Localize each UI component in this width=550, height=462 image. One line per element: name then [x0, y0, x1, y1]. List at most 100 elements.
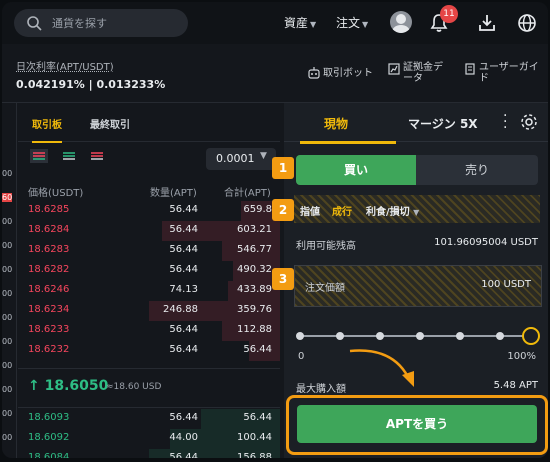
- buy-toggle-button[interactable]: 買い: [296, 155, 416, 185]
- order-book: 取引板 最終取引 0.0001 ▼ 価格(USDT) 数量(APT) 合計(AP…: [18, 103, 280, 458]
- tab-margin[interactable]: マージン 5X: [408, 115, 478, 132]
- price-cell: 18.6246: [28, 284, 70, 295]
- total-cell: 56.44: [243, 412, 272, 423]
- sell-toggle-button[interactable]: 売り: [416, 155, 538, 185]
- search-placeholder: 通貨を探す: [52, 17, 107, 30]
- view-asks-icon[interactable]: [88, 149, 106, 163]
- table-row[interactable]: 18.6234 246.88 359.76: [18, 301, 280, 321]
- tab-order-book[interactable]: 取引板: [32, 116, 62, 143]
- amount-cell: 44.00: [169, 432, 198, 443]
- total-header: 合計(APT): [224, 188, 271, 199]
- step-badge-2: 2: [272, 199, 294, 221]
- slider-step[interactable]: [376, 332, 384, 340]
- slider-step[interactable]: [496, 332, 504, 340]
- axis-tick-label: 00: [2, 361, 13, 370]
- axis-tick-label: 00: [2, 265, 13, 274]
- daily-rate-label[interactable]: 日次利率(APT/USDT): [16, 58, 114, 73]
- chevron-down-icon: ▼: [413, 208, 420, 217]
- app-frame: 通貨を探す 資産 ▼ 注文 ▼ 11 日次利率(APT/USDT) 0.042191…: [2, 2, 548, 458]
- price-cell: 18.6282: [28, 264, 70, 275]
- max-buy-value: 5.48 APT: [493, 380, 538, 391]
- guide-arrow-icon: [349, 349, 414, 387]
- precision-value: 0.0001: [216, 152, 255, 165]
- price-header: 価格(USDT): [28, 188, 84, 199]
- table-row[interactable]: 18.6284 56.44 603.21: [18, 221, 280, 241]
- total-cell: 433.89: [237, 284, 272, 295]
- order-amount-label: 注文価額: [305, 283, 345, 294]
- slider-handle[interactable]: [522, 327, 540, 345]
- slider-step[interactable]: [336, 332, 344, 340]
- chevron-down-icon: ▼: [310, 20, 317, 29]
- available-balance-value: 101.96095004 USDT: [434, 237, 538, 248]
- amount-header: 数量(APT): [150, 188, 197, 199]
- market-info-bar: 日次利率(APT/USDT) 0.042191% | 0.013233% 取引ボ…: [2, 44, 548, 103]
- axis-tick-label: 00: [2, 289, 13, 298]
- gear-icon[interactable]: [520, 113, 538, 131]
- price-cell: 18.6285: [28, 204, 70, 215]
- table-row[interactable]: 18.6282 56.44 490.32: [18, 261, 280, 281]
- table-row[interactable]: 18.6084 56.44 156.88: [18, 449, 280, 458]
- axis-tick-label: 00: [2, 433, 13, 442]
- step-badge-1: 1: [272, 157, 294, 179]
- up-arrow-icon: ↑: [28, 378, 40, 394]
- total-cell: 490.32: [237, 264, 272, 275]
- order-book-tabs: 取引板 最終取引: [18, 103, 280, 143]
- axis-tick-label: 60: [2, 193, 13, 202]
- trade-panel: 現物 マージン 5X · · · 1 買い 売り 2 指値 成行 利食/損切 ▼ 利…: [272, 103, 548, 458]
- table-row[interactable]: 18.6283 56.44 546.77: [18, 241, 280, 261]
- max-buy-label: 最大購入額: [296, 384, 346, 395]
- buy-button-highlight: APTを買う: [286, 395, 548, 455]
- table-row[interactable]: 18.6093 56.44 56.44: [18, 409, 280, 429]
- nav-assets[interactable]: 資産 ▼: [284, 14, 316, 31]
- slider-step[interactable]: [456, 332, 464, 340]
- view-bids-icon[interactable]: [60, 149, 78, 163]
- precision-dropdown[interactable]: 0.0001 ▼: [206, 148, 276, 170]
- tab-spot[interactable]: 現物: [299, 115, 397, 144]
- axis-tick-label: 00: [2, 385, 13, 394]
- table-row[interactable]: 18.6233 56.44 112.88: [18, 321, 280, 341]
- axis-tick-label: 00: [2, 241, 13, 250]
- top-bar: 通貨を探す 資産 ▼ 注文 ▼ 11: [2, 2, 548, 44]
- order-type-tpsl[interactable]: 利食/損切 ▼: [366, 203, 419, 218]
- table-row[interactable]: 18.6246 74.13 433.89: [18, 281, 280, 301]
- available-balance-label: 利用可能残高: [296, 241, 356, 252]
- nav-orders[interactable]: 注文 ▼: [336, 14, 368, 31]
- total-cell: 100.44: [237, 432, 272, 443]
- amount-cell: 56.44: [169, 344, 198, 355]
- guide-icon: [465, 63, 475, 75]
- buy-apt-button[interactable]: APTを買う: [297, 405, 537, 443]
- table-row[interactable]: 18.6285 56.44 659.8: [18, 201, 280, 221]
- slider-max-label: 100%: [507, 351, 536, 362]
- amount-cell: 56.44: [169, 204, 198, 215]
- tab-recent-trades[interactable]: 最終取引: [90, 116, 130, 131]
- order-type-limit[interactable]: 指値: [300, 203, 320, 218]
- nav-assets-label: 資産: [284, 16, 309, 30]
- price-cell: 18.6084: [28, 452, 70, 458]
- chart-edge-column: 00 60 00 00 00 00 00 00 00 00 00 00: [2, 103, 17, 458]
- amount-slider[interactable]: [296, 327, 540, 345]
- price-cell: 18.6092: [28, 432, 70, 443]
- search-box[interactable]: 通貨を探す: [14, 9, 188, 37]
- order-amount-input[interactable]: 注文価額 100 USDT: [294, 265, 542, 307]
- amount-cell: 56.44: [169, 324, 198, 335]
- price-cell: 18.6283: [28, 244, 70, 255]
- download-icon[interactable]: [476, 12, 498, 34]
- total-cell: 56.44: [243, 344, 272, 355]
- table-row[interactable]: 18.6092 44.00 100.44: [18, 429, 280, 449]
- buy-sell-toggle: 買い 売り: [296, 155, 538, 185]
- last-price: ↑ 18.6050: [28, 378, 108, 394]
- more-icon[interactable]: · · ·: [503, 109, 509, 135]
- amount-cell: 56.44: [169, 412, 198, 423]
- view-both-icon[interactable]: [30, 149, 48, 163]
- avatar[interactable]: [390, 11, 412, 33]
- slider-step[interactable]: [296, 332, 304, 340]
- axis-tick-label: 00: [2, 409, 13, 418]
- globe-icon[interactable]: [516, 12, 538, 34]
- amount-cell: 56.44: [169, 264, 198, 275]
- price-cell: 18.6284: [28, 224, 70, 235]
- axis-tick-label: 00: [2, 313, 13, 322]
- slider-step[interactable]: [416, 332, 424, 340]
- order-type-market[interactable]: 成行: [332, 203, 352, 218]
- table-row[interactable]: 18.6232 56.44 56.44: [18, 341, 280, 361]
- order-type-selector: 指値 成行 利食/損切 ▼: [294, 195, 540, 223]
